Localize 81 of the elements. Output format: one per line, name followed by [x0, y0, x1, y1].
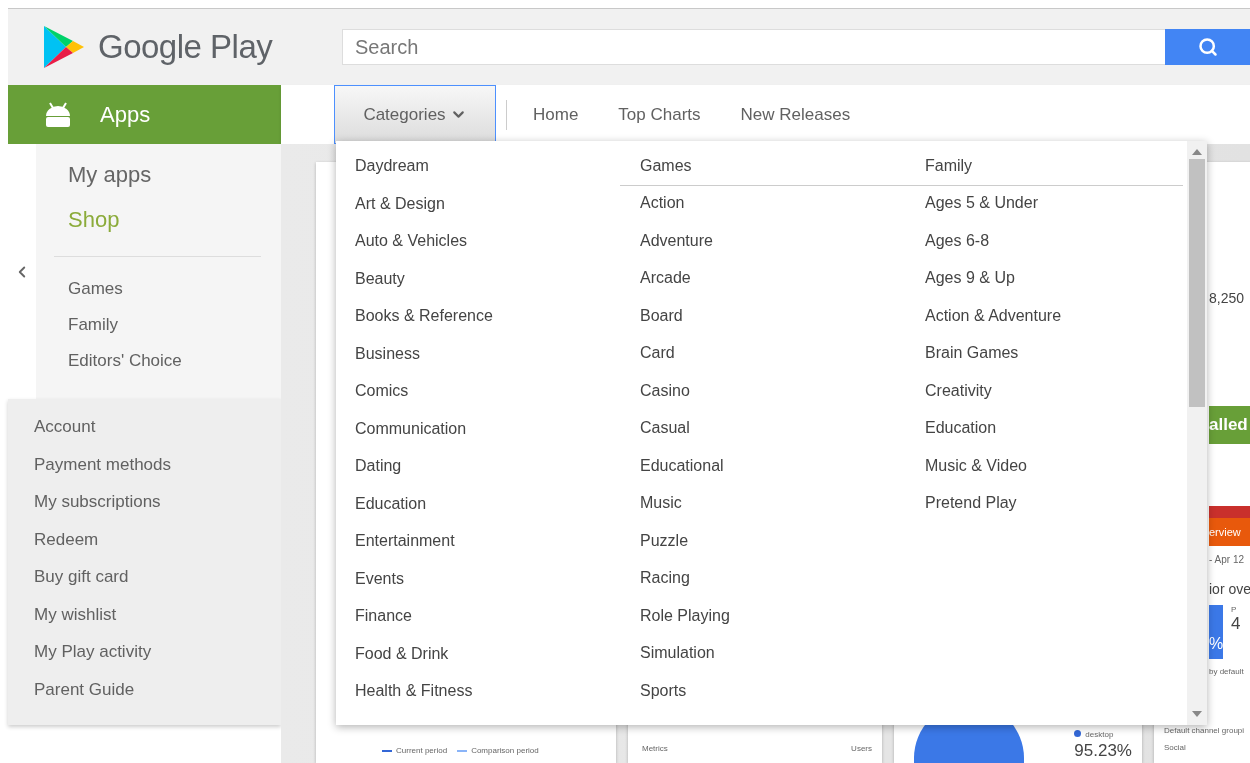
logo-text: Google Play: [98, 28, 273, 66]
category-link[interactable]: Dating: [355, 455, 620, 493]
account-link[interactable]: Buy gift card: [34, 567, 281, 605]
note-text: by default: [1209, 667, 1245, 676]
percentage-value: 95.23%: [1074, 741, 1132, 760]
categories-button[interactable]: Categories: [334, 85, 496, 144]
category-link[interactable]: Sports: [640, 679, 905, 717]
category-link[interactable]: Arcade: [640, 267, 905, 305]
category-link[interactable]: Ages 6-8: [925, 229, 1183, 267]
sidebar-link[interactable]: Games: [68, 279, 261, 299]
nav-link[interactable]: New Releases: [740, 104, 851, 125]
column-heading: Metrics: [642, 744, 668, 753]
sidebar-item[interactable]: My apps: [68, 162, 261, 188]
sidebar-link[interactable]: Editors' Choice: [68, 351, 261, 371]
play-logo-icon: [42, 24, 86, 70]
category-link[interactable]: Food & Drink: [355, 642, 620, 680]
account-link[interactable]: My Play activity: [34, 642, 281, 680]
legend-label: Current period: [382, 746, 448, 755]
column-heading: Users: [851, 744, 872, 753]
category-link[interactable]: Creativity: [925, 379, 1183, 417]
account-link[interactable]: Parent Guide: [34, 679, 281, 717]
category-link[interactable]: Brain Games: [925, 342, 1183, 380]
android-icon: [44, 101, 72, 128]
category-link[interactable]: Music & Video: [925, 454, 1183, 492]
account-link[interactable]: Account: [34, 417, 281, 455]
category-link[interactable]: Music: [640, 492, 905, 530]
category-link[interactable]: Action: [640, 192, 905, 230]
category-link[interactable]: Communication: [355, 417, 620, 455]
category-link[interactable]: Simulation: [640, 642, 905, 680]
account-link[interactable]: My subscriptions: [34, 492, 281, 530]
search-button[interactable]: [1165, 29, 1250, 65]
scroll-up-icon[interactable]: [1192, 149, 1202, 155]
category-link[interactable]: Entertainment: [355, 530, 620, 568]
stat-value: 8,250: [1209, 290, 1246, 306]
category-link[interactable]: Comics: [355, 380, 620, 418]
tile-label: P: [1231, 605, 1238, 614]
category-link[interactable]: Educational: [640, 454, 905, 492]
search-field[interactable]: Search: [342, 29, 1165, 65]
scrollbar[interactable]: [1187, 141, 1207, 725]
category-link[interactable]: Business: [355, 342, 620, 380]
legend-label: desktop: [1074, 730, 1114, 739]
category-link[interactable]: Beauty: [355, 267, 620, 305]
scroll-down-icon[interactable]: [1192, 711, 1202, 717]
nav-link[interactable]: Top Charts: [618, 104, 701, 125]
category-link[interactable]: Auto & Vehicles: [355, 230, 620, 268]
category-link[interactable]: Education: [355, 492, 620, 530]
category-link[interactable]: Puzzle: [640, 529, 905, 567]
nav-link[interactable]: Home: [533, 104, 579, 125]
table-heading: Default channel groupi: [1164, 726, 1246, 735]
category-link[interactable]: Board: [640, 304, 905, 342]
table-cell-text: Social: [1164, 743, 1187, 752]
category-link[interactable]: Ages 5 & Under: [925, 192, 1183, 230]
category-link[interactable]: Casino: [640, 379, 905, 417]
search-icon: [1197, 37, 1218, 57]
category-link[interactable]: Card: [640, 342, 905, 380]
category-link[interactable]: Racing: [640, 567, 905, 605]
category-link[interactable]: Ages 9 & Up: [925, 267, 1183, 305]
category-link[interactable]: Education: [925, 417, 1183, 455]
column-heading: Family: [905, 155, 1183, 186]
date-range: - Apr 12: [1209, 554, 1246, 565]
account-link[interactable]: My wishlist: [34, 604, 281, 642]
section-heading: ior ove: [1209, 581, 1250, 597]
category-link[interactable]: Pretend Play: [925, 492, 1183, 530]
metric-tile: %: [1209, 605, 1223, 659]
column-heading: Games: [620, 155, 905, 186]
category-link[interactable]: Action & Adventure: [925, 304, 1183, 342]
account-link[interactable]: Payment methods: [34, 454, 281, 492]
sidebar-link[interactable]: Family: [68, 315, 261, 335]
category-link[interactable]: Events: [355, 567, 620, 605]
category-link[interactable]: Finance: [355, 605, 620, 643]
category-link[interactable]: Role Playing: [640, 604, 905, 642]
overview-banner: erview: [1209, 506, 1250, 546]
category-link[interactable]: Art & Design: [355, 192, 620, 230]
category-link[interactable]: Adventure: [640, 229, 905, 267]
category-link[interactable]: Daydream: [355, 155, 620, 193]
category-link[interactable]: Books & Reference: [355, 305, 620, 343]
account-link[interactable]: Redeem: [34, 529, 281, 567]
tile-value: 4: [1231, 614, 1241, 634]
legend-label: Comparison period: [457, 746, 539, 755]
category-link[interactable]: Casual: [640, 417, 905, 455]
category-link[interactable]: Health & Fitness: [355, 680, 620, 718]
